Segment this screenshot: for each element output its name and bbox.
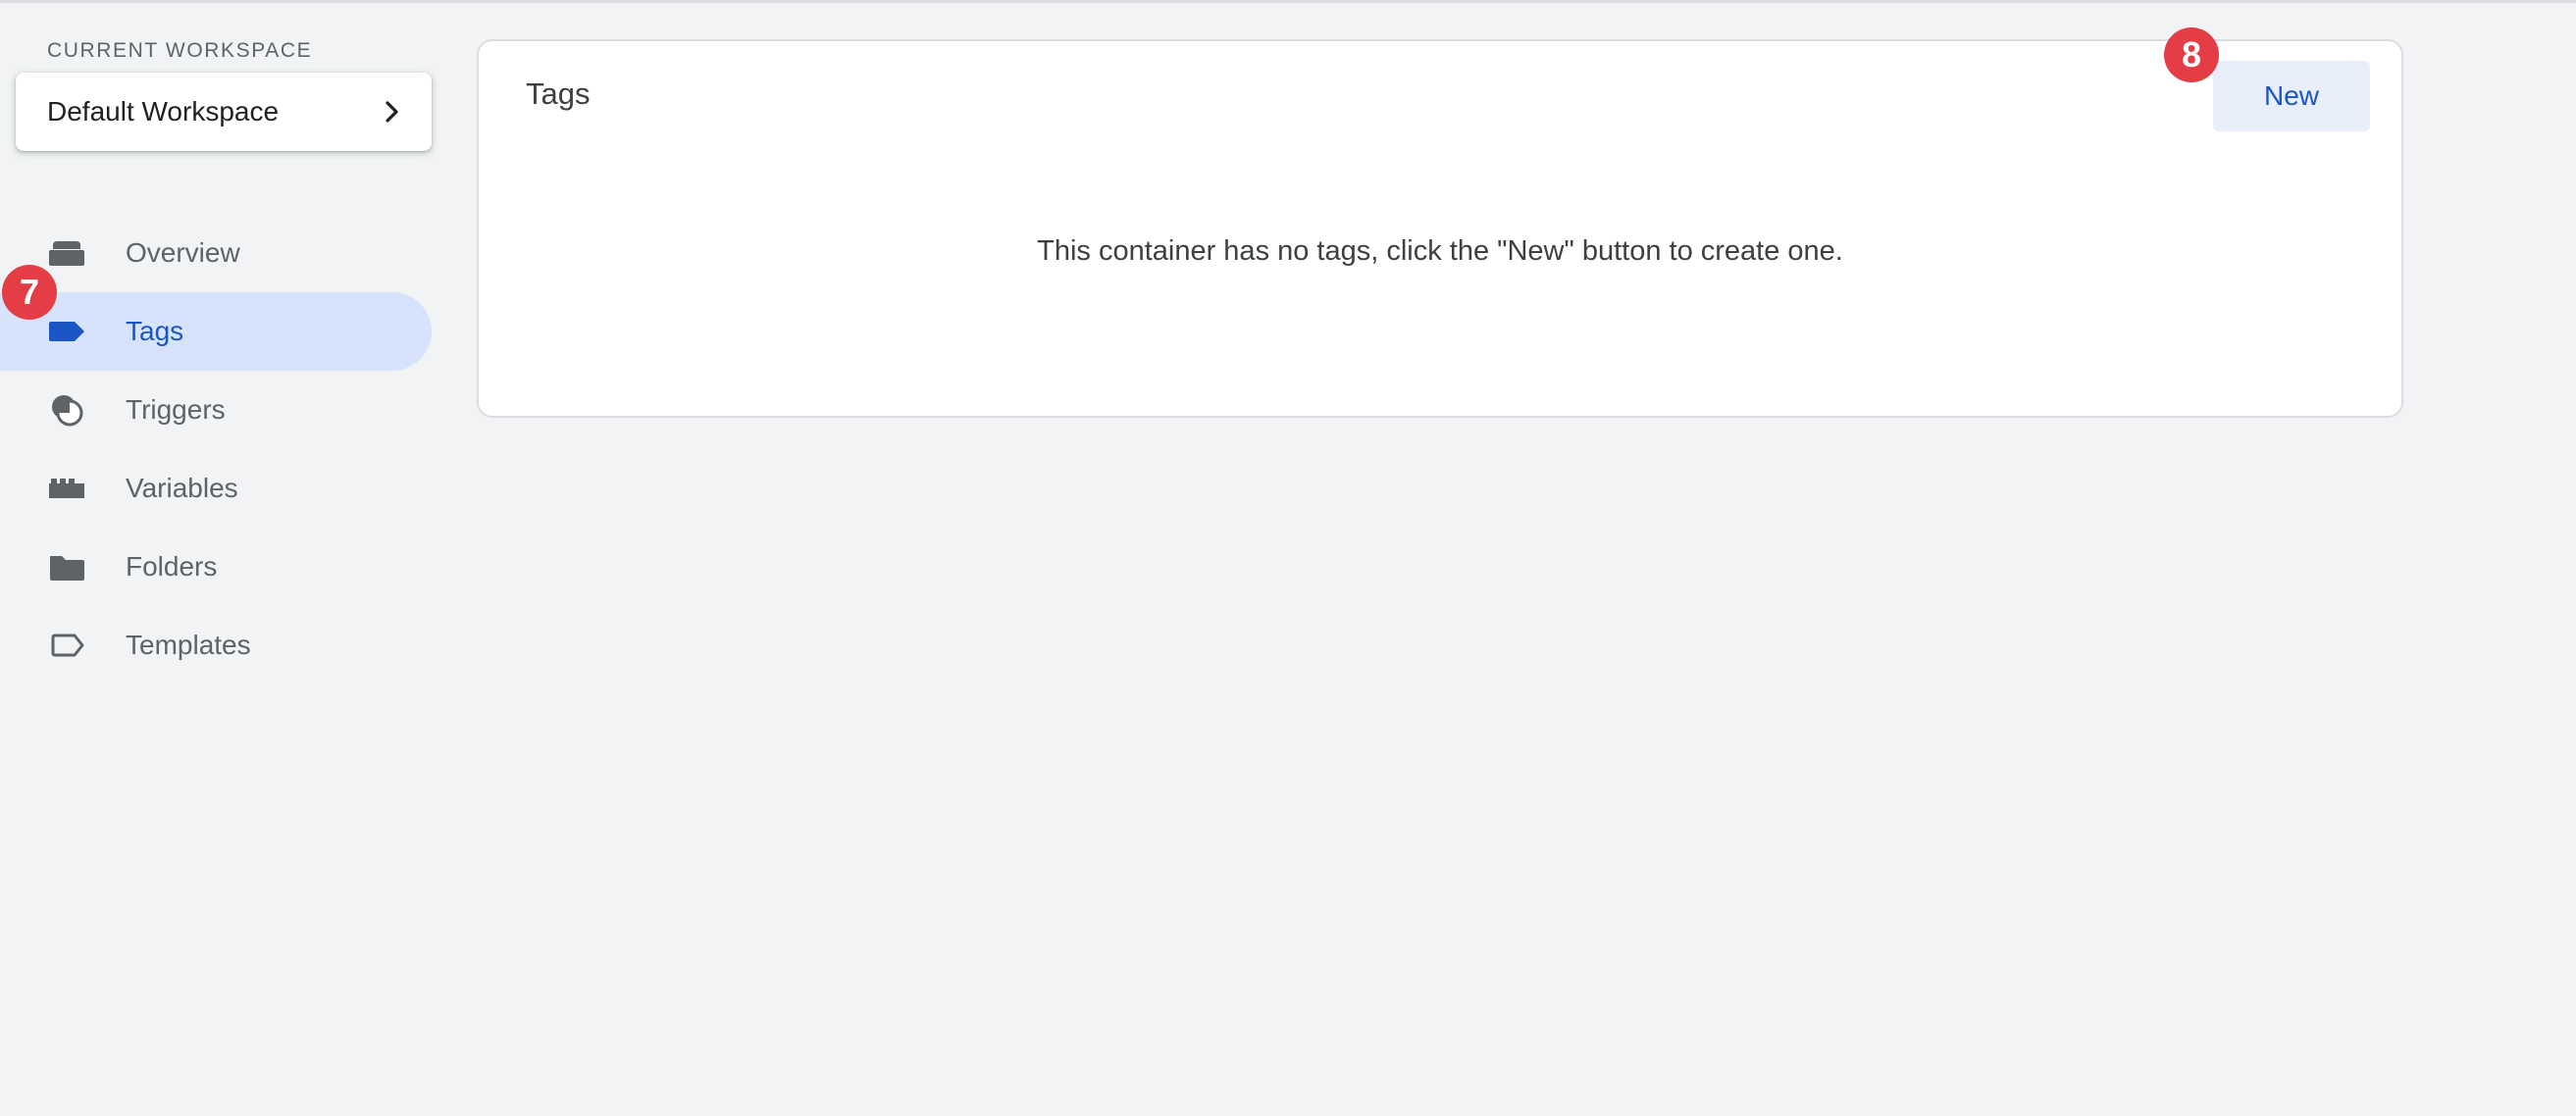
page-title: Tags xyxy=(526,76,591,111)
chevron-right-icon xyxy=(381,100,404,124)
new-tag-button[interactable]: New xyxy=(2213,61,2370,131)
folder-icon xyxy=(47,547,86,586)
sidebar-item-label: Templates xyxy=(126,630,251,660)
sidebar: CURRENT WORKSPACE Default Workspace Over… xyxy=(0,0,441,1116)
sidebar-item-label: Overview xyxy=(126,237,240,268)
sidebar-item-tags[interactable]: Tags xyxy=(0,292,432,371)
sidebar-nav: Overview Tags Triggers Variables Folders… xyxy=(0,214,441,685)
sidebar-item-triggers[interactable]: Triggers xyxy=(0,371,432,449)
workspace-section-label: CURRENT WORKSPACE xyxy=(47,39,313,62)
sidebar-item-folders[interactable]: Folders xyxy=(0,528,432,606)
sidebar-item-label: Folders xyxy=(126,551,218,582)
workspace-selector[interactable]: Default Workspace xyxy=(16,73,432,151)
annotation-badge: 7 xyxy=(2,265,57,320)
sidebar-item-variables[interactable]: Variables xyxy=(0,449,432,528)
variables-icon xyxy=(47,469,86,508)
sidebar-item-label: Triggers xyxy=(126,394,226,425)
sidebar-item-label: Variables xyxy=(126,473,238,503)
tags-card: Tags New This container has no tags, cli… xyxy=(477,39,2403,418)
trigger-icon xyxy=(47,390,86,430)
template-icon xyxy=(47,626,86,665)
sidebar-item-overview[interactable]: Overview xyxy=(0,214,432,292)
tag-icon xyxy=(47,312,86,351)
annotation-badge: 8 xyxy=(2164,27,2219,82)
sidebar-item-templates[interactable]: Templates xyxy=(0,606,432,685)
empty-state-message: This container has no tags, click the "N… xyxy=(1037,235,1843,267)
overview-icon xyxy=(47,233,86,273)
sidebar-item-label: Tags xyxy=(126,316,184,346)
workspace-name: Default Workspace xyxy=(47,96,280,127)
